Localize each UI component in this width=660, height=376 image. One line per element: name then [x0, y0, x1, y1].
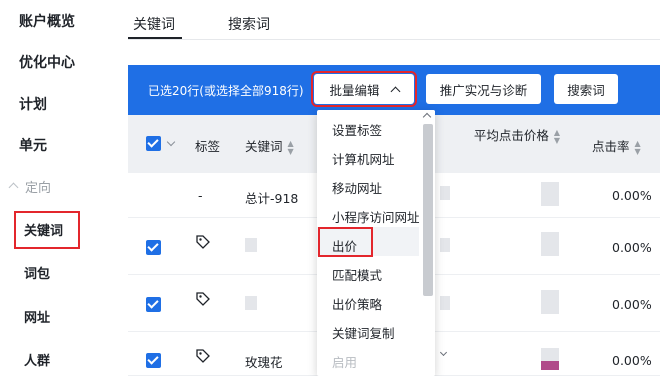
diagnose-button[interactable]: 推广实况与诊断 — [426, 74, 541, 104]
sidebar-item-urls[interactable]: 网址 — [24, 307, 50, 326]
redacted-value — [541, 182, 559, 206]
sidebar-item-audience[interactable]: 人群 — [24, 350, 50, 369]
tag-icon[interactable] — [195, 291, 211, 307]
redacted-keyword — [245, 296, 257, 310]
tag-icon[interactable] — [195, 234, 211, 250]
batch-action-bar: 已选20行(或选择全部918行) 批量编辑 推广实况与诊断 搜索词 — [128, 65, 660, 115]
select-all-checkbox[interactable] — [146, 136, 161, 151]
menu-item-pc-url[interactable]: 计算机网址 — [332, 149, 395, 168]
sort-icon[interactable]: ▲ ▼ — [288, 139, 294, 156]
column-header-keyword[interactable]: 关键词 ▲ ▼ — [245, 136, 294, 156]
row-checkbox[interactable] — [146, 240, 161, 255]
redacted-value — [440, 296, 450, 310]
row-checkbox[interactable] — [146, 353, 161, 368]
tab-bar — [128, 0, 660, 40]
chevron-up-icon — [8, 182, 19, 193]
tag-icon[interactable] — [195, 348, 211, 364]
sidebar-group-label: 定向 — [25, 181, 52, 196]
menu-scrollbar-thumb[interactable] — [423, 124, 433, 296]
sidebar-item-account-overview[interactable]: 账户概览 — [19, 11, 75, 31]
sort-icon[interactable]: ▲ ▼ — [554, 128, 560, 145]
batch-edit-label: 批量编辑 — [329, 82, 380, 98]
sidebar-item-unit[interactable]: 单元 — [19, 135, 47, 155]
keyword-management-page: 账户概览 优化中心 计划 单元 定向 关键词 词包 网址 人群 关键词 搜索词 … — [0, 0, 660, 376]
menu-item-mobile-url[interactable]: 移动网址 — [332, 178, 382, 197]
column-header-keyword-label: 关键词 — [245, 139, 283, 154]
redacted-keyword — [245, 238, 257, 252]
tab-search-terms[interactable]: 搜索词 — [228, 14, 270, 34]
column-header-avg-cpc[interactable]: 平均点击价格 ▲ ▼ — [472, 126, 562, 145]
sidebar-item-plan[interactable]: 计划 — [19, 94, 47, 114]
menu-item-miniprogram-url[interactable]: 小程序访问网址 — [332, 207, 420, 226]
redacted-value — [541, 348, 559, 370]
row-ctr: 0.00% — [612, 353, 652, 368]
row-tag: - — [198, 188, 203, 203]
redacted-value — [541, 232, 559, 256]
sidebar-group-targeting[interactable]: 定向 — [8, 177, 51, 196]
redacted-value — [440, 186, 450, 200]
menu-item-match-type[interactable]: 匹配模式 — [332, 265, 382, 284]
column-header-avg-cpc-label: 平均点击价格 — [473, 128, 549, 143]
redacted-value — [440, 238, 450, 252]
row-checkbox[interactable] — [146, 297, 161, 312]
menu-item-copy-keywords[interactable]: 关键词复制 — [332, 323, 395, 342]
active-item-highlight — [14, 211, 80, 249]
column-header-ctr-label: 点击率 — [592, 139, 630, 154]
menu-item-enable: 启用 — [332, 355, 358, 370]
bid-item-highlight — [318, 227, 373, 257]
sidebar: 账户概览 优化中心 计划 单元 定向 关键词 词包 网址 人群 — [0, 0, 100, 376]
menu-item-bid-strategy[interactable]: 出价策略 — [332, 294, 382, 313]
row-ctr: 0.00% — [612, 188, 652, 203]
column-header-tag: 标签 — [195, 139, 221, 154]
redacted-value — [541, 290, 559, 314]
sidebar-item-optimization-center[interactable]: 优化中心 — [19, 52, 75, 72]
batch-edit-button[interactable]: 批量编辑 — [311, 71, 417, 107]
row-keyword: 玫瑰花 — [245, 355, 283, 370]
search-terms-button[interactable]: 搜索词 — [554, 74, 618, 104]
row-ctr: 0.00% — [612, 240, 652, 255]
sort-icon[interactable]: ▲ ▼ — [635, 139, 641, 156]
selection-summary[interactable]: 已选20行(或选择全部918行) — [148, 82, 304, 99]
chevron-up-icon — [390, 86, 400, 96]
menu-item-set-tags[interactable]: 设置标签 — [332, 120, 382, 139]
tab-keywords[interactable]: 关键词 — [133, 14, 175, 34]
column-header-ctr[interactable]: 点击率 ▲ ▼ — [592, 136, 641, 156]
row-keyword: 总计-918 — [245, 191, 299, 206]
sidebar-item-word-package[interactable]: 词包 — [24, 263, 50, 282]
active-tab-indicator — [128, 37, 182, 39]
row-ctr: 0.00% — [612, 297, 652, 312]
